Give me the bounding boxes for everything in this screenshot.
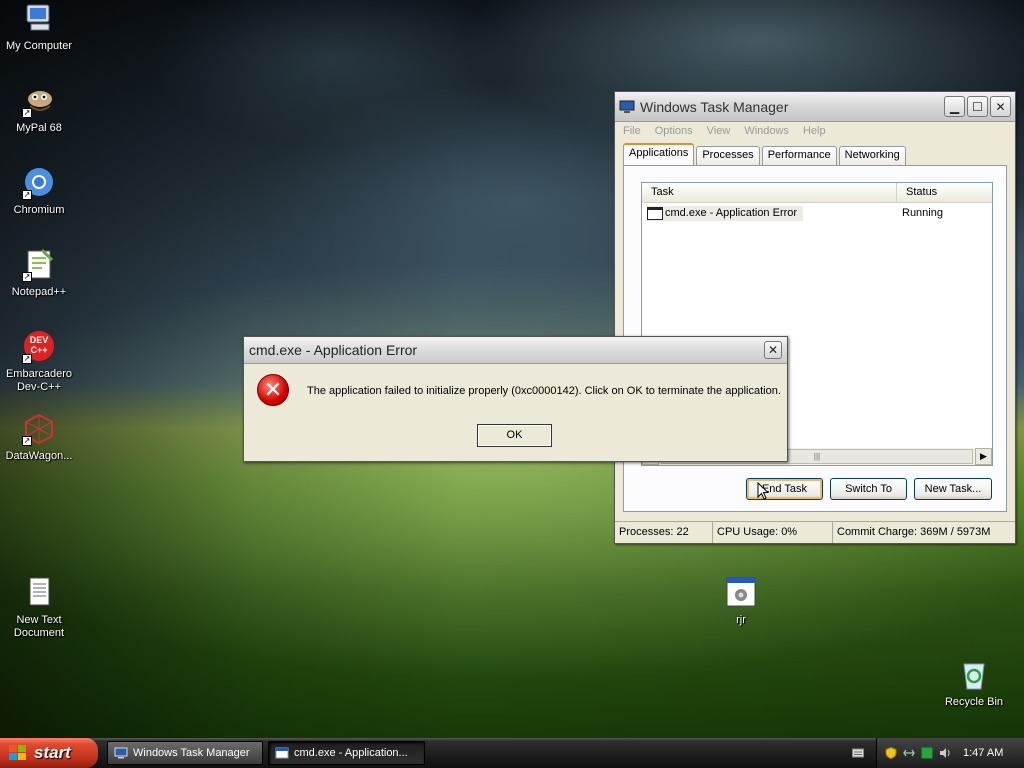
- task-manager-window[interactable]: Windows Task Manager ▁ ☐ ✕ File Options …: [614, 91, 1016, 544]
- datawagon-icon: ↗: [22, 412, 56, 446]
- mouse-cursor-icon: [757, 481, 770, 504]
- window-icon: [647, 206, 663, 220]
- windows-flag-icon: [8, 744, 28, 762]
- executable-icon: [724, 576, 758, 610]
- status-bar: Processes: 22 CPU Usage: 0% Commit Charg…: [615, 521, 1015, 543]
- devcpp-icon: DEV C++ ↗: [22, 330, 56, 364]
- task-manager-icon: [114, 747, 128, 759]
- my-computer-icon: [22, 2, 56, 36]
- close-icon: ✕: [995, 99, 1006, 114]
- error-dialog-titlebar[interactable]: cmd.exe - Application Error ✕: [244, 337, 787, 364]
- scroll-right-icon[interactable]: ▶: [975, 448, 992, 465]
- desktop-icon-my-computer[interactable]: My Computer: [0, 2, 78, 53]
- tab-strip: Applications Processes Performance Netwo…: [623, 143, 908, 165]
- new-task-button[interactable]: New Task...: [914, 478, 992, 500]
- task-cell: cmd.exe - Application Error: [642, 205, 897, 221]
- taskbar-item-task-manager[interactable]: Windows Task Manager: [107, 741, 263, 765]
- taskbar: start Windows Task Manager cmd.exe - App…: [0, 738, 1024, 768]
- desktop-icon-label: MyPal 68: [16, 122, 62, 134]
- recycle-bin-icon: [957, 658, 991, 692]
- dialog-close-button[interactable]: ✕: [764, 341, 782, 359]
- task-manager-icon: [619, 100, 635, 114]
- desktop-icon-label: New Text Document: [13, 614, 65, 639]
- menu-file[interactable]: File: [623, 125, 641, 137]
- start-label: start: [34, 743, 71, 762]
- close-icon: ✕: [767, 343, 779, 357]
- chromium-icon: ↗: [22, 166, 56, 200]
- minimize-button[interactable]: ▁: [944, 96, 965, 117]
- system-tray: 1:47 AM: [876, 738, 1024, 768]
- desktop-icon-new-text-document[interactable]: New Text Document: [0, 576, 78, 640]
- shortcut-arrow-icon: ↗: [22, 108, 32, 118]
- desktop-icon-label: rjr: [736, 614, 746, 626]
- dialog-title: cmd.exe - Application Error: [249, 342, 418, 358]
- status-processes: Processes: 22: [615, 522, 713, 543]
- task-manager-titlebar[interactable]: Windows Task Manager ▁ ☐ ✕: [615, 92, 1015, 122]
- desktop-icon-label: Chromium: [13, 204, 65, 216]
- minimize-icon: ▁: [949, 99, 960, 114]
- menu-bar: File Options View Windows Help: [615, 122, 1015, 140]
- green-app-icon[interactable]: [921, 747, 933, 759]
- menu-options[interactable]: Options: [655, 125, 693, 137]
- tab-applications[interactable]: Applications: [623, 143, 695, 165]
- task-name: cmd.exe - Application Error: [665, 207, 798, 219]
- taskbar-item-label: Windows Task Manager: [133, 747, 250, 759]
- shortcut-arrow-icon: ↗: [22, 436, 32, 446]
- menu-view[interactable]: View: [707, 125, 731, 137]
- text-document-icon: [22, 576, 56, 610]
- taskbar-item-label: cmd.exe - Application...: [294, 747, 408, 759]
- menu-help[interactable]: Help: [803, 125, 826, 137]
- desktop-icon-devcpp[interactable]: DEV C++ ↗ Embarcadero Dev-C++: [0, 330, 78, 394]
- menu-windows[interactable]: Windows: [744, 125, 789, 137]
- desktop-icon-label: Embarcadero Dev-C++: [5, 368, 73, 393]
- column-header-status[interactable]: Status: [897, 183, 937, 202]
- ok-button[interactable]: OK: [477, 424, 552, 447]
- task-status: Running: [902, 207, 943, 219]
- desktop-icon-recycle-bin[interactable]: Recycle Bin: [935, 658, 1013, 709]
- error-dialog[interactable]: cmd.exe - Application Error ✕ ✕ The appl…: [243, 336, 788, 462]
- keyboard-icon[interactable]: [852, 747, 864, 758]
- status-commit: Commit Charge: 369M / 5973M: [837, 526, 991, 538]
- start-button[interactable]: start: [0, 738, 98, 768]
- column-header-task[interactable]: Task: [642, 183, 897, 202]
- tab-performance[interactable]: Performance: [761, 146, 837, 165]
- desktop-icon-label: Recycle Bin: [944, 696, 1004, 708]
- switch-to-button[interactable]: Switch To: [830, 478, 907, 500]
- notepadpp-icon: ↗: [22, 248, 56, 282]
- table-row[interactable]: cmd.exe - Application Error Running: [642, 204, 992, 222]
- taskbar-item-cmd-error[interactable]: cmd.exe - Application...: [268, 741, 425, 765]
- clock[interactable]: 1:47 AM: [963, 747, 1003, 759]
- error-icon: ✕: [257, 374, 289, 406]
- maximize-button[interactable]: ☐: [967, 96, 988, 117]
- tab-processes[interactable]: Processes: [696, 146, 760, 165]
- desktop-icon-label: Notepad++: [11, 286, 67, 298]
- list-header: Task Status: [642, 183, 992, 203]
- desktop-icon-label: DataWagon...: [5, 450, 73, 462]
- desktop-icon-datawagon[interactable]: ↗ DataWagon...: [0, 412, 78, 463]
- devcpp-badge: DEV C++: [29, 335, 49, 355]
- status-cpu: CPU Usage: 0%: [713, 522, 833, 543]
- volume-icon[interactable]: [939, 747, 951, 759]
- error-message: The application failed to initialize pro…: [307, 385, 781, 397]
- tab-networking[interactable]: Networking: [838, 146, 906, 165]
- window-icon: [275, 747, 289, 759]
- mypal-icon: ↗: [22, 84, 56, 118]
- network-icon[interactable]: [903, 747, 915, 759]
- maximize-icon: ☐: [972, 99, 983, 114]
- shortcut-arrow-icon: ↗: [22, 272, 32, 282]
- task-selection: cmd.exe - Application Error: [647, 205, 804, 221]
- desktop-icon-mypal[interactable]: ↗ MyPal 68: [0, 84, 78, 135]
- desktop-icon-notepadpp[interactable]: ↗ Notepad++: [0, 248, 78, 299]
- shortcut-arrow-icon: ↗: [22, 354, 32, 364]
- desktop-icon-label: My Computer: [5, 40, 73, 52]
- desktop-icon-rjr[interactable]: rjr: [702, 576, 780, 627]
- shortcut-arrow-icon: ↗: [22, 190, 32, 200]
- window-title: Windows Task Manager: [640, 98, 789, 115]
- close-button[interactable]: ✕: [990, 96, 1011, 117]
- security-shield-icon[interactable]: [885, 746, 897, 760]
- desktop-icon-chromium[interactable]: ↗ Chromium: [0, 166, 78, 217]
